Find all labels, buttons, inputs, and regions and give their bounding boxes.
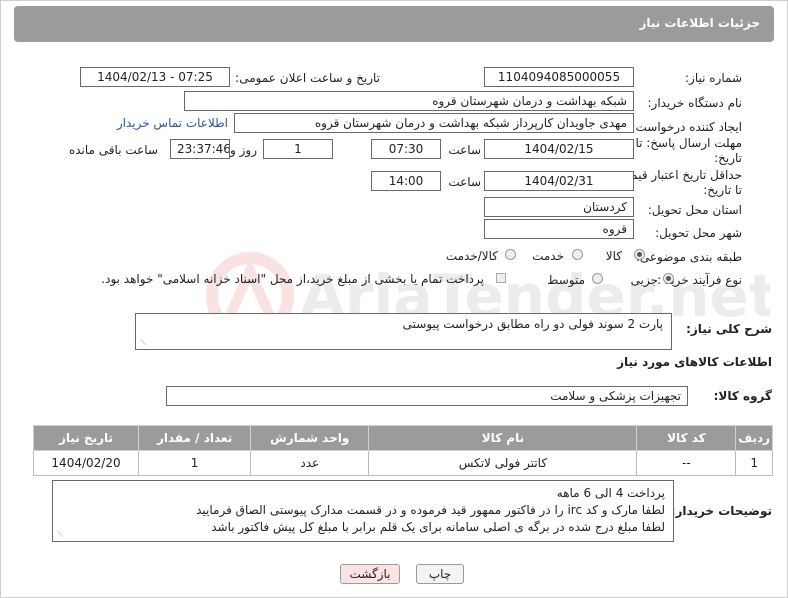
- city-field: قروه: [484, 219, 634, 239]
- col-date-header: تاریخ نیاز: [32, 425, 140, 451]
- category-goods-service-radio[interactable]: [505, 249, 516, 260]
- deadline-date-field: 1404/02/15: [484, 139, 634, 159]
- section-header: جزئیات اطلاعات نیاز: [14, 6, 774, 42]
- city-label: شهر محل تحویل:: [655, 226, 742, 240]
- buyer-note-line: لطفا مارک و کد irc را در فاکتور ممهور قی…: [196, 503, 665, 517]
- category-service-radio[interactable]: [572, 249, 583, 260]
- col-qty-header: تعداد / مقدار: [138, 425, 252, 451]
- deadline-time-field: 07:30: [371, 139, 441, 159]
- cell-name: کاتتر فولی لاتکس: [368, 450, 638, 476]
- process-minor-label: جزیی: [630, 273, 658, 287]
- announce-field: 1404/02/13 - 07:25: [80, 67, 230, 87]
- remaining-time-field: 23:37:46: [170, 139, 230, 159]
- table-header-row: ردیف کد کالا نام کالا واحد شمارش تعداد /…: [32, 425, 773, 451]
- buyer-note-line: پرداخت 4 الی 6 ماهه: [556, 486, 665, 500]
- goods-info-title: اطلاعات کالاهای مورد نیاز: [617, 355, 772, 369]
- process-medium-label: متوسط: [547, 273, 585, 287]
- creator-field: مهدی جاویدان کارپرداز شبکه بهداشت و درما…: [234, 113, 634, 133]
- days-label: روز و: [230, 143, 257, 157]
- process-medium-radio[interactable]: [592, 273, 603, 284]
- goods-group-label: گروه کالا:: [713, 389, 772, 403]
- announce-label: تاریخ و ساعت اعلان عمومی:: [235, 71, 380, 85]
- buyer-notes-label: توضیحات خریدار:: [670, 504, 772, 518]
- province-field: کردستان: [484, 197, 634, 217]
- category-label: طبقه بندی موضوعی:: [635, 250, 742, 264]
- validity-date-field: 1404/02/31: [484, 171, 634, 191]
- col-unit-header: واحد شمارش: [250, 425, 370, 451]
- need-number-label: شماره نیاز:: [685, 71, 742, 85]
- items-table: ردیف کد کالا نام کالا واحد شمارش تعداد /…: [32, 425, 773, 476]
- remaining-label: ساعت باقی مانده: [68, 143, 158, 157]
- cell-qty: 1: [138, 450, 252, 476]
- creator-label: ایجاد کننده درخواست:: [631, 120, 742, 134]
- category-goods-label: کالا: [605, 249, 622, 263]
- category-goods-radio[interactable]: [634, 249, 645, 260]
- buyer-note-line: لطفا مبلغ درج شده در برگه ی اصلی سامانه …: [211, 520, 665, 534]
- deadline-label: مهلت ارسال پاسخ: تا تاریخ:: [635, 136, 742, 165]
- cell-code: --: [636, 450, 737, 476]
- cell-unit: عدد: [250, 450, 370, 476]
- col-code-header: کد کالا: [636, 425, 737, 451]
- category-service-label: خدمت: [532, 249, 564, 263]
- description-label: شرح کلی نیاز:: [686, 322, 772, 336]
- buyer-org-label: نام دستگاه خریدار:: [647, 96, 743, 110]
- resize-grip-icon[interactable]: ⟋: [138, 339, 146, 347]
- section-title: جزئیات اطلاعات نیاز: [639, 16, 760, 30]
- buyer-notes-textarea: پرداخت 4 الی 6 ماهه لطفا مارک و کد irc ر…: [52, 480, 674, 542]
- resize-grip-icon[interactable]: ⟋: [55, 531, 63, 539]
- cell-date: 1404/02/20: [32, 450, 140, 476]
- treasury-checkbox[interactable]: [496, 273, 506, 283]
- col-row-header: ردیف: [735, 425, 773, 451]
- need-number-field: 1104094085000055: [484, 67, 634, 87]
- table-row: 1 -- کاتتر فولی لاتکس عدد 1 1404/02/20: [32, 450, 773, 476]
- contact-info-link[interactable]: اطلاعات تماس خریدار: [117, 116, 228, 130]
- process-minor-radio[interactable]: [663, 273, 674, 284]
- province-label: استان محل تحویل:: [647, 203, 742, 217]
- deadline-time-label: ساعت: [448, 143, 481, 157]
- print-button[interactable]: چاپ: [416, 564, 464, 584]
- goods-group-field: تجهیزات پزشکی و سلامت: [166, 386, 688, 406]
- validity-time-field: 14:00: [371, 171, 441, 191]
- description-textarea: پارت 2 سوند فولی دو راه مطابق درخواست پی…: [135, 313, 672, 350]
- description-text: پارت 2 سوند فولی دو راه مطابق درخواست پی…: [402, 317, 663, 331]
- col-name-header: نام کالا: [368, 425, 638, 451]
- validity-time-label: ساعت: [448, 175, 481, 189]
- back-button[interactable]: بازگشت: [340, 564, 400, 584]
- category-goods-service-label: کالا/خدمت: [445, 249, 498, 263]
- cell-row-number: 1: [735, 450, 773, 476]
- days-field: 1: [263, 139, 333, 159]
- buyer-org-field: شبکه بهداشت و درمان شهرستان قروه: [184, 91, 634, 111]
- treasury-note: پرداخت تمام یا بخشی از مبلغ خرید،از محل …: [101, 272, 484, 286]
